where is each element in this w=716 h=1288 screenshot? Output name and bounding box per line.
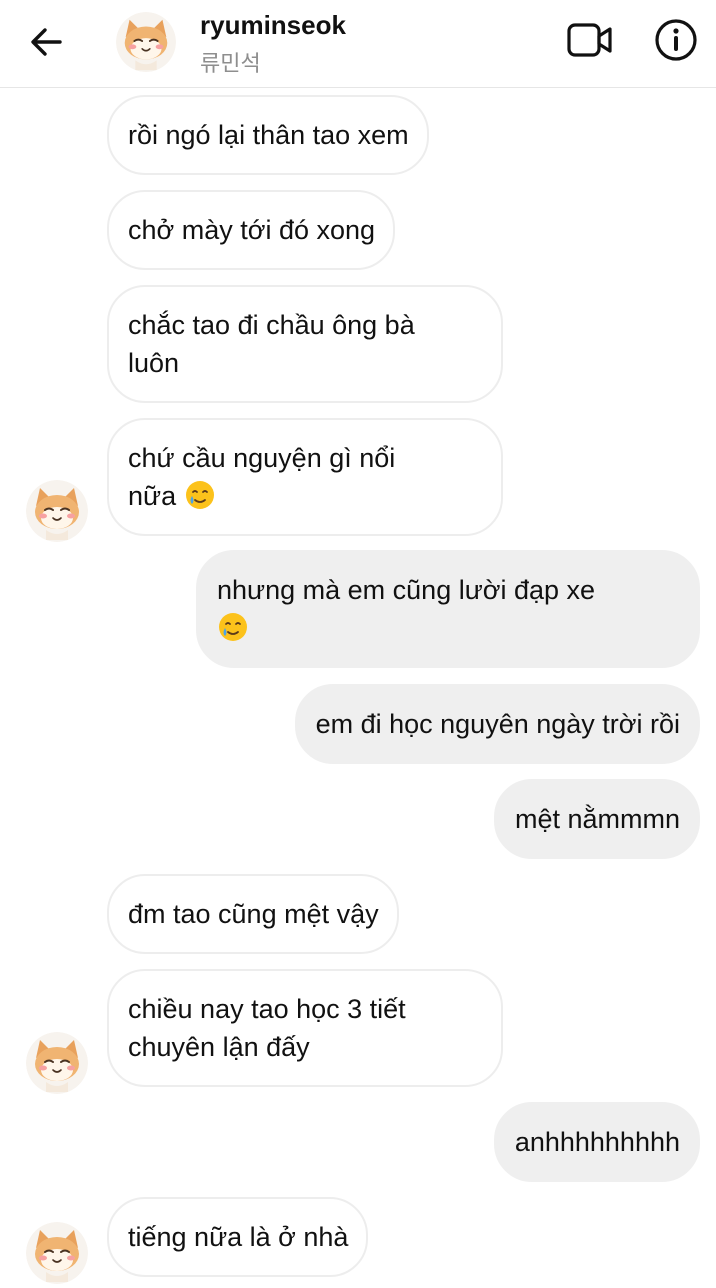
- message-bubble-incoming[interactable]: đm tao cũng mệt vậy: [107, 874, 399, 954]
- message-text-line: chắc tao đi chầu ông bà: [128, 310, 415, 340]
- chat-display-name: 류민석: [200, 51, 261, 76]
- message-bubble-incoming[interactable]: chắc tao đi chầu ông bà luôn: [107, 285, 503, 403]
- message-text: em đi học nguyên ngày trời rồi: [315, 709, 680, 739]
- message-bubble-incoming[interactable]: chở mày tới đó xong: [107, 190, 396, 270]
- message-bubble-outgoing[interactable]: anhhhhhhhhh: [493, 1102, 700, 1182]
- smiling-face-with-tear-icon: [219, 613, 247, 641]
- smiling-face-with-tear-icon: [185, 481, 214, 509]
- message-bubble-outgoing[interactable]: mệt nằmmmn: [493, 779, 700, 859]
- message-text: rồi ngó lại thân tao xem: [128, 120, 409, 150]
- video-call-button[interactable]: [566, 20, 614, 60]
- sender-avatar[interactable]: [26, 1222, 88, 1284]
- message-bubble-incoming[interactable]: chứ cầu nguyện gì nổi nữa: [107, 418, 503, 536]
- message-bubble-outgoing[interactable]: em đi học nguyên ngày trời rồi: [294, 684, 700, 764]
- message-text: chở mày tới đó xong: [128, 215, 376, 245]
- message-text-line: luôn: [128, 348, 180, 378]
- back-button[interactable]: [26, 22, 66, 62]
- message-text-line: chuyên lận đấy: [128, 1032, 310, 1062]
- message-text: đm tao cũng mệt vậy: [128, 899, 379, 929]
- info-circle-icon: [655, 19, 697, 61]
- video-camera-icon: [567, 23, 612, 57]
- message-bubble-incoming[interactable]: chiều nay tao học 3 tiết chuyên lận đấy: [107, 969, 503, 1087]
- message-text: mệt nằmmmn: [514, 804, 680, 834]
- header-avatar[interactable]: [116, 12, 176, 72]
- sender-avatar[interactable]: [26, 480, 88, 542]
- message-text-line: chứ cầu nguyện gì nổi: [128, 443, 396, 473]
- message-bubble-incoming[interactable]: rồi ngó lại thân tao xem: [107, 95, 429, 175]
- message-bubble-incoming[interactable]: tiếng nữa là ở nhà: [107, 1197, 369, 1277]
- shiba-avatar-icon: [26, 1032, 88, 1094]
- message-emoji-line: [217, 609, 680, 647]
- message-text: nữa: [128, 481, 177, 511]
- chat-header: ryuminseok 류민석: [0, 0, 716, 88]
- info-button[interactable]: [654, 18, 698, 62]
- message-text-line-with-emoji: nữa: [128, 477, 483, 515]
- message-bubble-outgoing[interactable]: nhưng mà em cũng lười đạp xe: [196, 550, 700, 668]
- shiba-avatar-icon: [26, 480, 88, 542]
- message-text-line: nhưng mà em cũng lười đạp xe: [217, 575, 596, 605]
- chat-screen: ryuminseok 류민석 rồi ngó lại thân tao xem …: [0, 0, 716, 1288]
- message-text: tiếng nữa là ở nhà: [128, 1222, 349, 1252]
- sender-avatar[interactable]: [26, 1032, 88, 1094]
- message-text-line: chiều nay tao học 3 tiết: [128, 994, 406, 1024]
- shiba-avatar-icon: [26, 1222, 88, 1284]
- message-list[interactable]: rồi ngó lại thân tao xem chở mày tới đó …: [0, 88, 716, 1288]
- chat-username[interactable]: ryuminseok: [200, 10, 346, 41]
- shiba-avatar-icon: [116, 12, 176, 72]
- message-text: anhhhhhhhhh: [514, 1127, 680, 1157]
- arrow-left-icon: [31, 28, 62, 56]
